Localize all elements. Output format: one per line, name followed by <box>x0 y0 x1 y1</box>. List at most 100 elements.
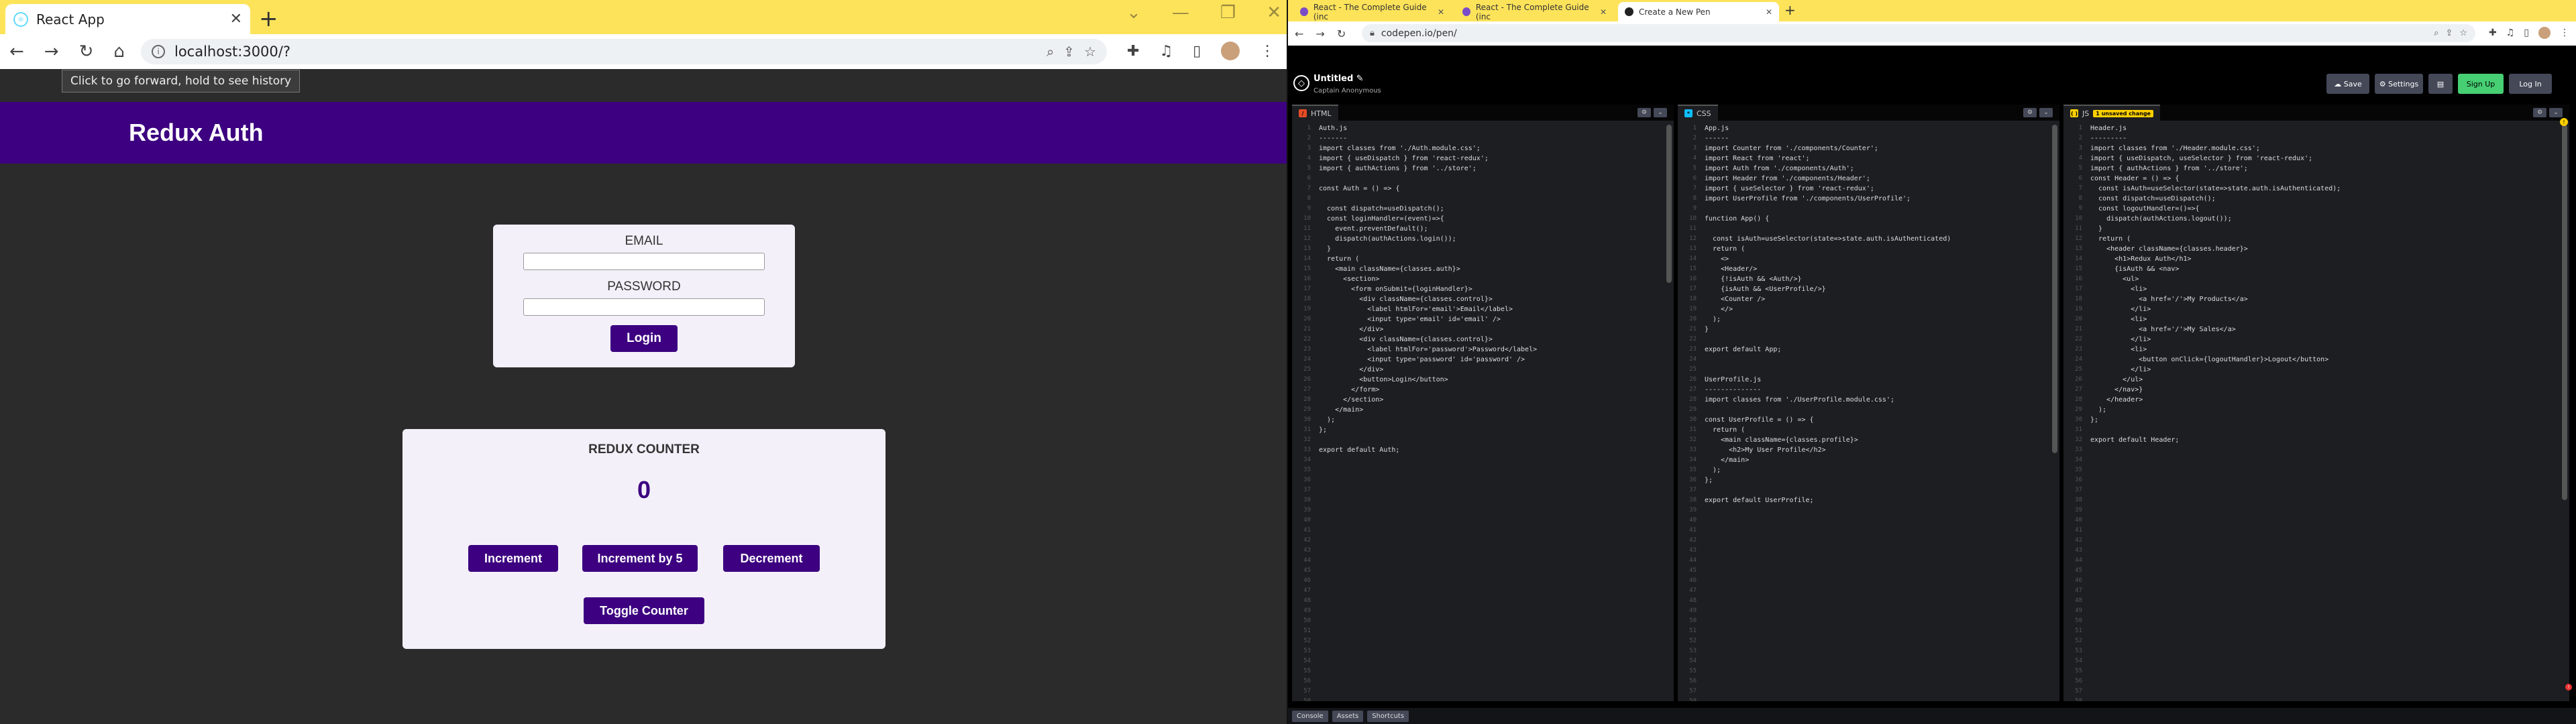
layout-button[interactable]: ▤ <box>2428 74 2453 94</box>
counter-value: 0 <box>637 476 651 503</box>
forward-icon[interactable]: → <box>1316 27 1324 40</box>
chevron-down-icon[interactable]: ⌄ <box>1654 108 1667 117</box>
save-button[interactable]: ☁ Save <box>2326 74 2369 94</box>
settings-button[interactable]: ⚙ Settings <box>2375 74 2423 94</box>
js-badge-icon: ( ) <box>2070 109 2078 117</box>
pen-title[interactable]: Untitled ✎ <box>1313 74 1364 84</box>
tab-react-app[interactable]: ⚛ React App ✕ <box>5 4 250 34</box>
css-tab[interactable]: * CSS <box>1678 105 1718 121</box>
close-tab-icon[interactable]: ✕ <box>1766 7 1772 17</box>
share-icon[interactable]: ⇪ <box>2445 28 2453 38</box>
sidebar-icon[interactable]: ▯ <box>1193 43 1201 60</box>
chevron-down-icon[interactable]: ⌄ <box>1126 3 1141 23</box>
close-tab-icon[interactable]: ✕ <box>1438 7 1444 17</box>
css-panel-header: * CSS ⚙ ⌄ <box>1678 105 2059 121</box>
console-button[interactable]: Console <box>1292 710 1328 722</box>
html-tab[interactable]: / HTML <box>1292 105 1338 121</box>
media-icon[interactable]: ♫ <box>2506 27 2515 38</box>
address-bar-right[interactable]: 🔒︎ codepen.io/pen/ ⌕ ⇪ ☆ <box>1362 24 2475 42</box>
tab-codepen[interactable]: Create a New Pen ✕ <box>1618 2 1779 21</box>
css-controls: ⚙ ⌄ <box>2023 108 2053 117</box>
chevron-down-icon[interactable]: ⌄ <box>2549 108 2563 117</box>
counter-title: REDUX COUNTER <box>588 442 700 457</box>
zoom-icon[interactable]: ⌕ <box>1046 44 1054 60</box>
css-scrollbar[interactable] <box>2052 125 2057 453</box>
increment-button[interactable]: Increment <box>468 545 558 572</box>
browser-window-left: ⚛ React App ✕ + ⌄ — ❐ ✕ ← → ↻ ⌂ i localh… <box>0 0 1288 724</box>
signup-button[interactable]: Sign Up <box>2458 74 2504 94</box>
extensions-icon[interactable]: ✚ <box>1127 43 1139 60</box>
shortcuts-button[interactable]: Shortcuts <box>1367 710 1409 722</box>
home-icon[interactable]: ⌂ <box>113 42 125 62</box>
app-header: Redux Auth <box>0 102 1288 164</box>
avatar[interactable] <box>2538 27 2551 39</box>
js-scrollbar[interactable] <box>2562 125 2567 500</box>
info-icon[interactable]: i <box>152 45 165 58</box>
chevron-down-icon[interactable]: ⌄ <box>2039 108 2053 117</box>
reload-icon[interactable]: ↻ <box>1337 27 1346 40</box>
js-panel-header: ( ) JS 1 unsaved change ⚙ ⌄ <box>2063 105 2569 121</box>
error-indicator-icon[interactable]: ! <box>2565 684 2572 690</box>
js-label: JS <box>2082 109 2090 118</box>
close-tab-icon[interactable]: ✕ <box>230 11 242 27</box>
gear-icon[interactable]: ⚙ <box>1638 108 1651 117</box>
bookmark-star-icon[interactable]: ☆ <box>2459 28 2467 38</box>
codepen-footer: Console Assets Shortcuts <box>1288 708 2576 724</box>
tab-label: React - The Complete Guide (inc <box>1475 2 1589 21</box>
restore-icon[interactable]: ❐ <box>1220 3 1236 23</box>
css-badge-icon: * <box>1684 109 1693 117</box>
gear-icon[interactable]: ⚙ <box>2023 108 2037 117</box>
menu-icon[interactable]: ⋮ <box>1260 43 1275 60</box>
extensions-area: ✚ ♫ ▯ ⋮ <box>1127 42 1275 60</box>
close-tab-icon[interactable]: ✕ <box>1600 7 1607 17</box>
js-code[interactable]: Header.js --------- import classes from … <box>2063 123 2560 701</box>
back-icon[interactable]: ← <box>9 42 24 62</box>
css-code[interactable]: App.js ------ import Counter from './com… <box>1678 123 2050 701</box>
email-label: EMAIL <box>625 234 663 248</box>
menu-icon[interactable]: ⋮ <box>2560 27 2569 38</box>
increment-by-5-button[interactable]: Increment by 5 <box>582 545 698 572</box>
counter-card: REDUX COUNTER 0 Increment Increment by 5… <box>402 429 885 649</box>
new-tab-icon[interactable]: + <box>1784 2 1796 18</box>
avatar[interactable] <box>1221 42 1240 60</box>
codepen-header: ◇ Untitled ✎ Captain Anonymous ☁ Save ⚙ … <box>1288 67 2576 105</box>
html-scrollbar[interactable] <box>1666 125 1672 283</box>
minimize-icon[interactable]: — <box>1172 3 1189 23</box>
html-label: HTML <box>1311 109 1332 118</box>
html-code[interactable]: Auth.js ------- import classes from './A… <box>1292 123 1664 701</box>
address-bar[interactable]: i localhost:3000/? ⌕ ⇪ ☆ <box>141 39 1107 64</box>
warning-icon[interactable]: ! <box>2560 118 2568 126</box>
password-field[interactable] <box>523 298 765 316</box>
tab-title: React App <box>36 11 105 27</box>
media-icon[interactable]: ♫ <box>1159 43 1173 60</box>
sidebar-icon[interactable]: ▯ <box>2524 27 2529 38</box>
browser-window-right: React - The Complete Guide (inc ✕ React … <box>1288 0 2576 724</box>
login-button[interactable]: Login <box>610 325 678 352</box>
extensions-icon[interactable]: ✚ <box>2489 27 2497 38</box>
lock-icon[interactable]: 🔒︎ <box>1370 28 1375 38</box>
reload-icon[interactable]: ↻ <box>79 42 94 62</box>
js-tab[interactable]: ( ) JS 1 unsaved change <box>2063 105 2160 121</box>
assets-button[interactable]: Assets <box>1332 710 1364 722</box>
toggle-counter-button[interactable]: Toggle Counter <box>584 597 704 624</box>
url-text[interactable]: localhost:3000/? <box>174 44 1037 60</box>
password-label: PASSWORD <box>607 280 681 294</box>
share-icon[interactable]: ⇪ <box>1063 44 1075 60</box>
forward-icon[interactable]: → <box>44 42 59 62</box>
bookmark-star-icon[interactable]: ☆ <box>1084 44 1096 60</box>
html-badge-icon: / <box>1299 109 1307 117</box>
tab-udemy-1[interactable]: React - The Complete Guide (inc ✕ <box>1293 2 1451 21</box>
codepen-logo-icon[interactable]: ◇ <box>1293 75 1309 91</box>
html-controls: ⚙ ⌄ <box>1638 108 1667 117</box>
decrement-button[interactable]: Decrement <box>723 545 820 572</box>
login-button[interactable]: Log In <box>2509 74 2552 94</box>
back-icon[interactable]: ← <box>1295 27 1303 40</box>
close-icon[interactable]: ✕ <box>1267 3 1281 23</box>
new-tab-icon[interactable]: + <box>259 5 278 32</box>
email-field[interactable] <box>523 253 765 270</box>
url-text[interactable]: codepen.io/pen/ <box>1381 28 2427 39</box>
extensions-area-right: ✚ ♫ ▯ ⋮ <box>2489 27 2569 39</box>
gear-icon[interactable]: ⚙ <box>2533 108 2546 117</box>
tab-udemy-2[interactable]: React - The Complete Guide (inc ✕ <box>1456 2 1613 21</box>
zoom-icon[interactable]: ⌕ <box>2434 28 2438 38</box>
